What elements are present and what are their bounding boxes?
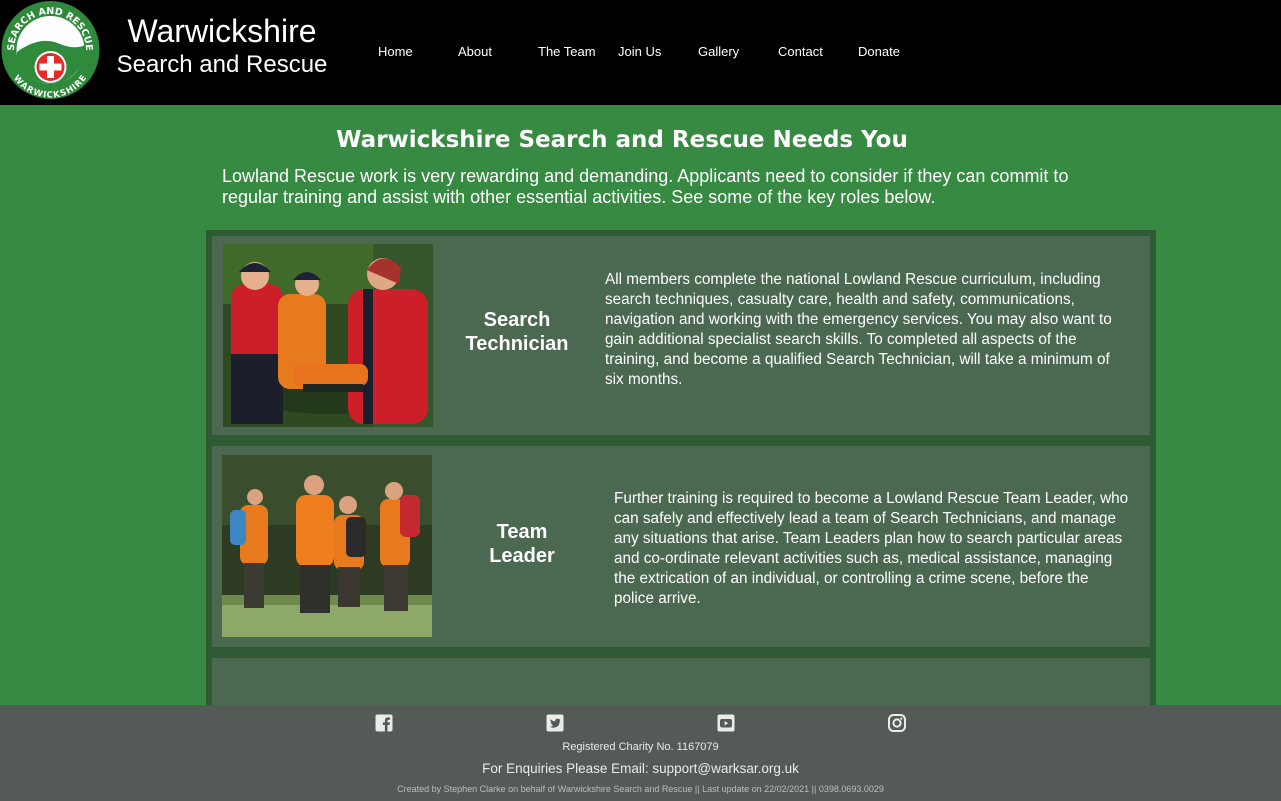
nav-join-us[interactable]: Join Us — [618, 44, 661, 60]
role-card-team-leader: Team Leader Further training is required… — [212, 446, 1150, 647]
role-title-line1: Team — [496, 521, 548, 543]
role-title-line2: Technician — [465, 333, 569, 355]
intro-text: Lowland Rescue work is very rewarding an… — [222, 166, 1069, 207]
footer-credits: Created by Stephen Clarke on behalf of W… — [397, 784, 884, 794]
search-technician-photo — [223, 244, 433, 427]
role-title-line1: Search — [483, 309, 551, 331]
site-footer: Registered Charity No. 1167079 For Enqui… — [0, 705, 1281, 801]
enquiries-email[interactable]: For Enquiries Please Email: support@wark… — [0, 761, 1281, 776]
nav-gallery[interactable]: Gallery — [698, 44, 739, 60]
role-description-search-technician: All members complete the national Lowlan… — [605, 271, 1112, 388]
nav-the-team[interactable]: The Team — [538, 44, 596, 60]
site-title[interactable]: Warwickshire Search and Rescue — [112, 12, 332, 80]
nav-home[interactable]: Home — [378, 44, 413, 60]
youtube-icon[interactable] — [717, 714, 735, 732]
twitter-icon[interactable] — [546, 714, 564, 732]
team-leader-photo — [222, 455, 432, 637]
role-card-search-technician: Search Technician All members complete t… — [212, 236, 1150, 435]
site-header: SEARCH AND RESCUE WARWICKSHIRE Warwicksh… — [0, 0, 1281, 105]
page-title: Warwickshire Search and Rescue Needs You — [336, 127, 908, 153]
charity-number: Registered Charity No. 1167079 — [562, 741, 719, 753]
role-title-search-technician: Search Technician — [452, 308, 582, 356]
role-title-line2: Leader — [489, 545, 555, 567]
nav-donate[interactable]: Donate — [858, 44, 900, 60]
role-description-team-leader: Further training is required to become a… — [614, 490, 1129, 607]
nav-contact[interactable]: Contact — [778, 44, 823, 60]
site-title-line1: Warwickshire — [127, 13, 317, 49]
nav-about[interactable]: About — [458, 44, 492, 60]
site-title-line2: Search and Rescue — [116, 51, 328, 78]
roles-container: Search Technician All members complete t… — [206, 230, 1156, 718]
role-title-team-leader: Team Leader — [462, 520, 582, 568]
logo[interactable]: SEARCH AND RESCUE WARWICKSHIRE — [0, 0, 101, 100]
instagram-icon[interactable] — [888, 714, 906, 732]
facebook-icon[interactable] — [375, 714, 393, 732]
